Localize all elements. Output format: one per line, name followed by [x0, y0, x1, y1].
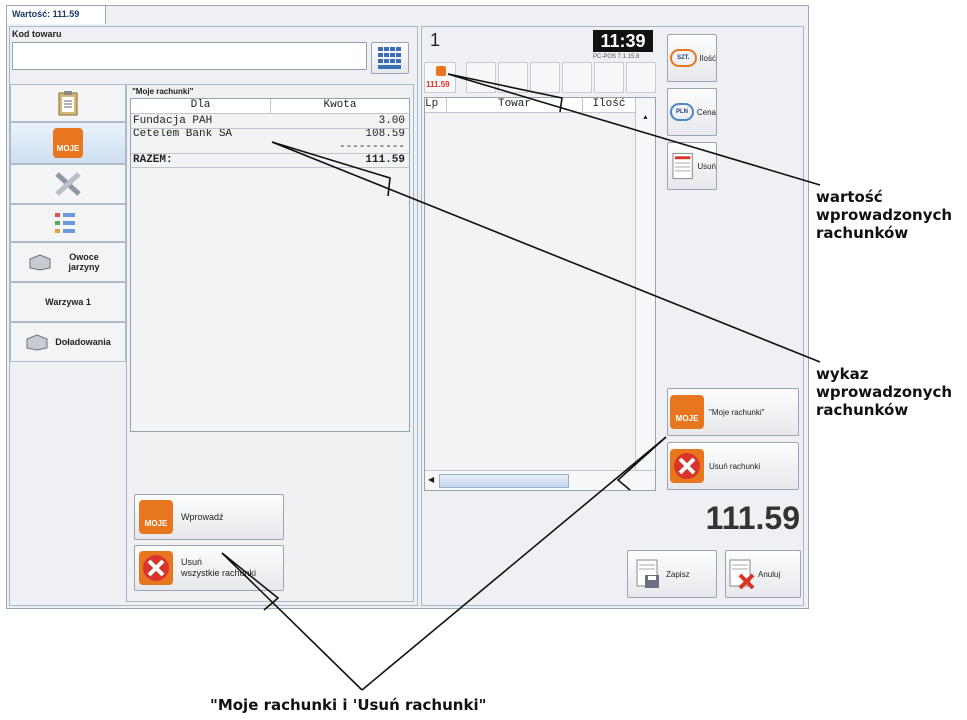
pointer-bottom-right-tail: [616, 436, 667, 491]
annotation-lines: [221, 73, 821, 691]
pointer-list: [271, 141, 821, 363]
pointer-list-tail: [271, 141, 391, 197]
pointer-bottom: [221, 552, 363, 691]
pointer-bottom-right: [361, 436, 667, 691]
pointer-value: [447, 73, 821, 186]
